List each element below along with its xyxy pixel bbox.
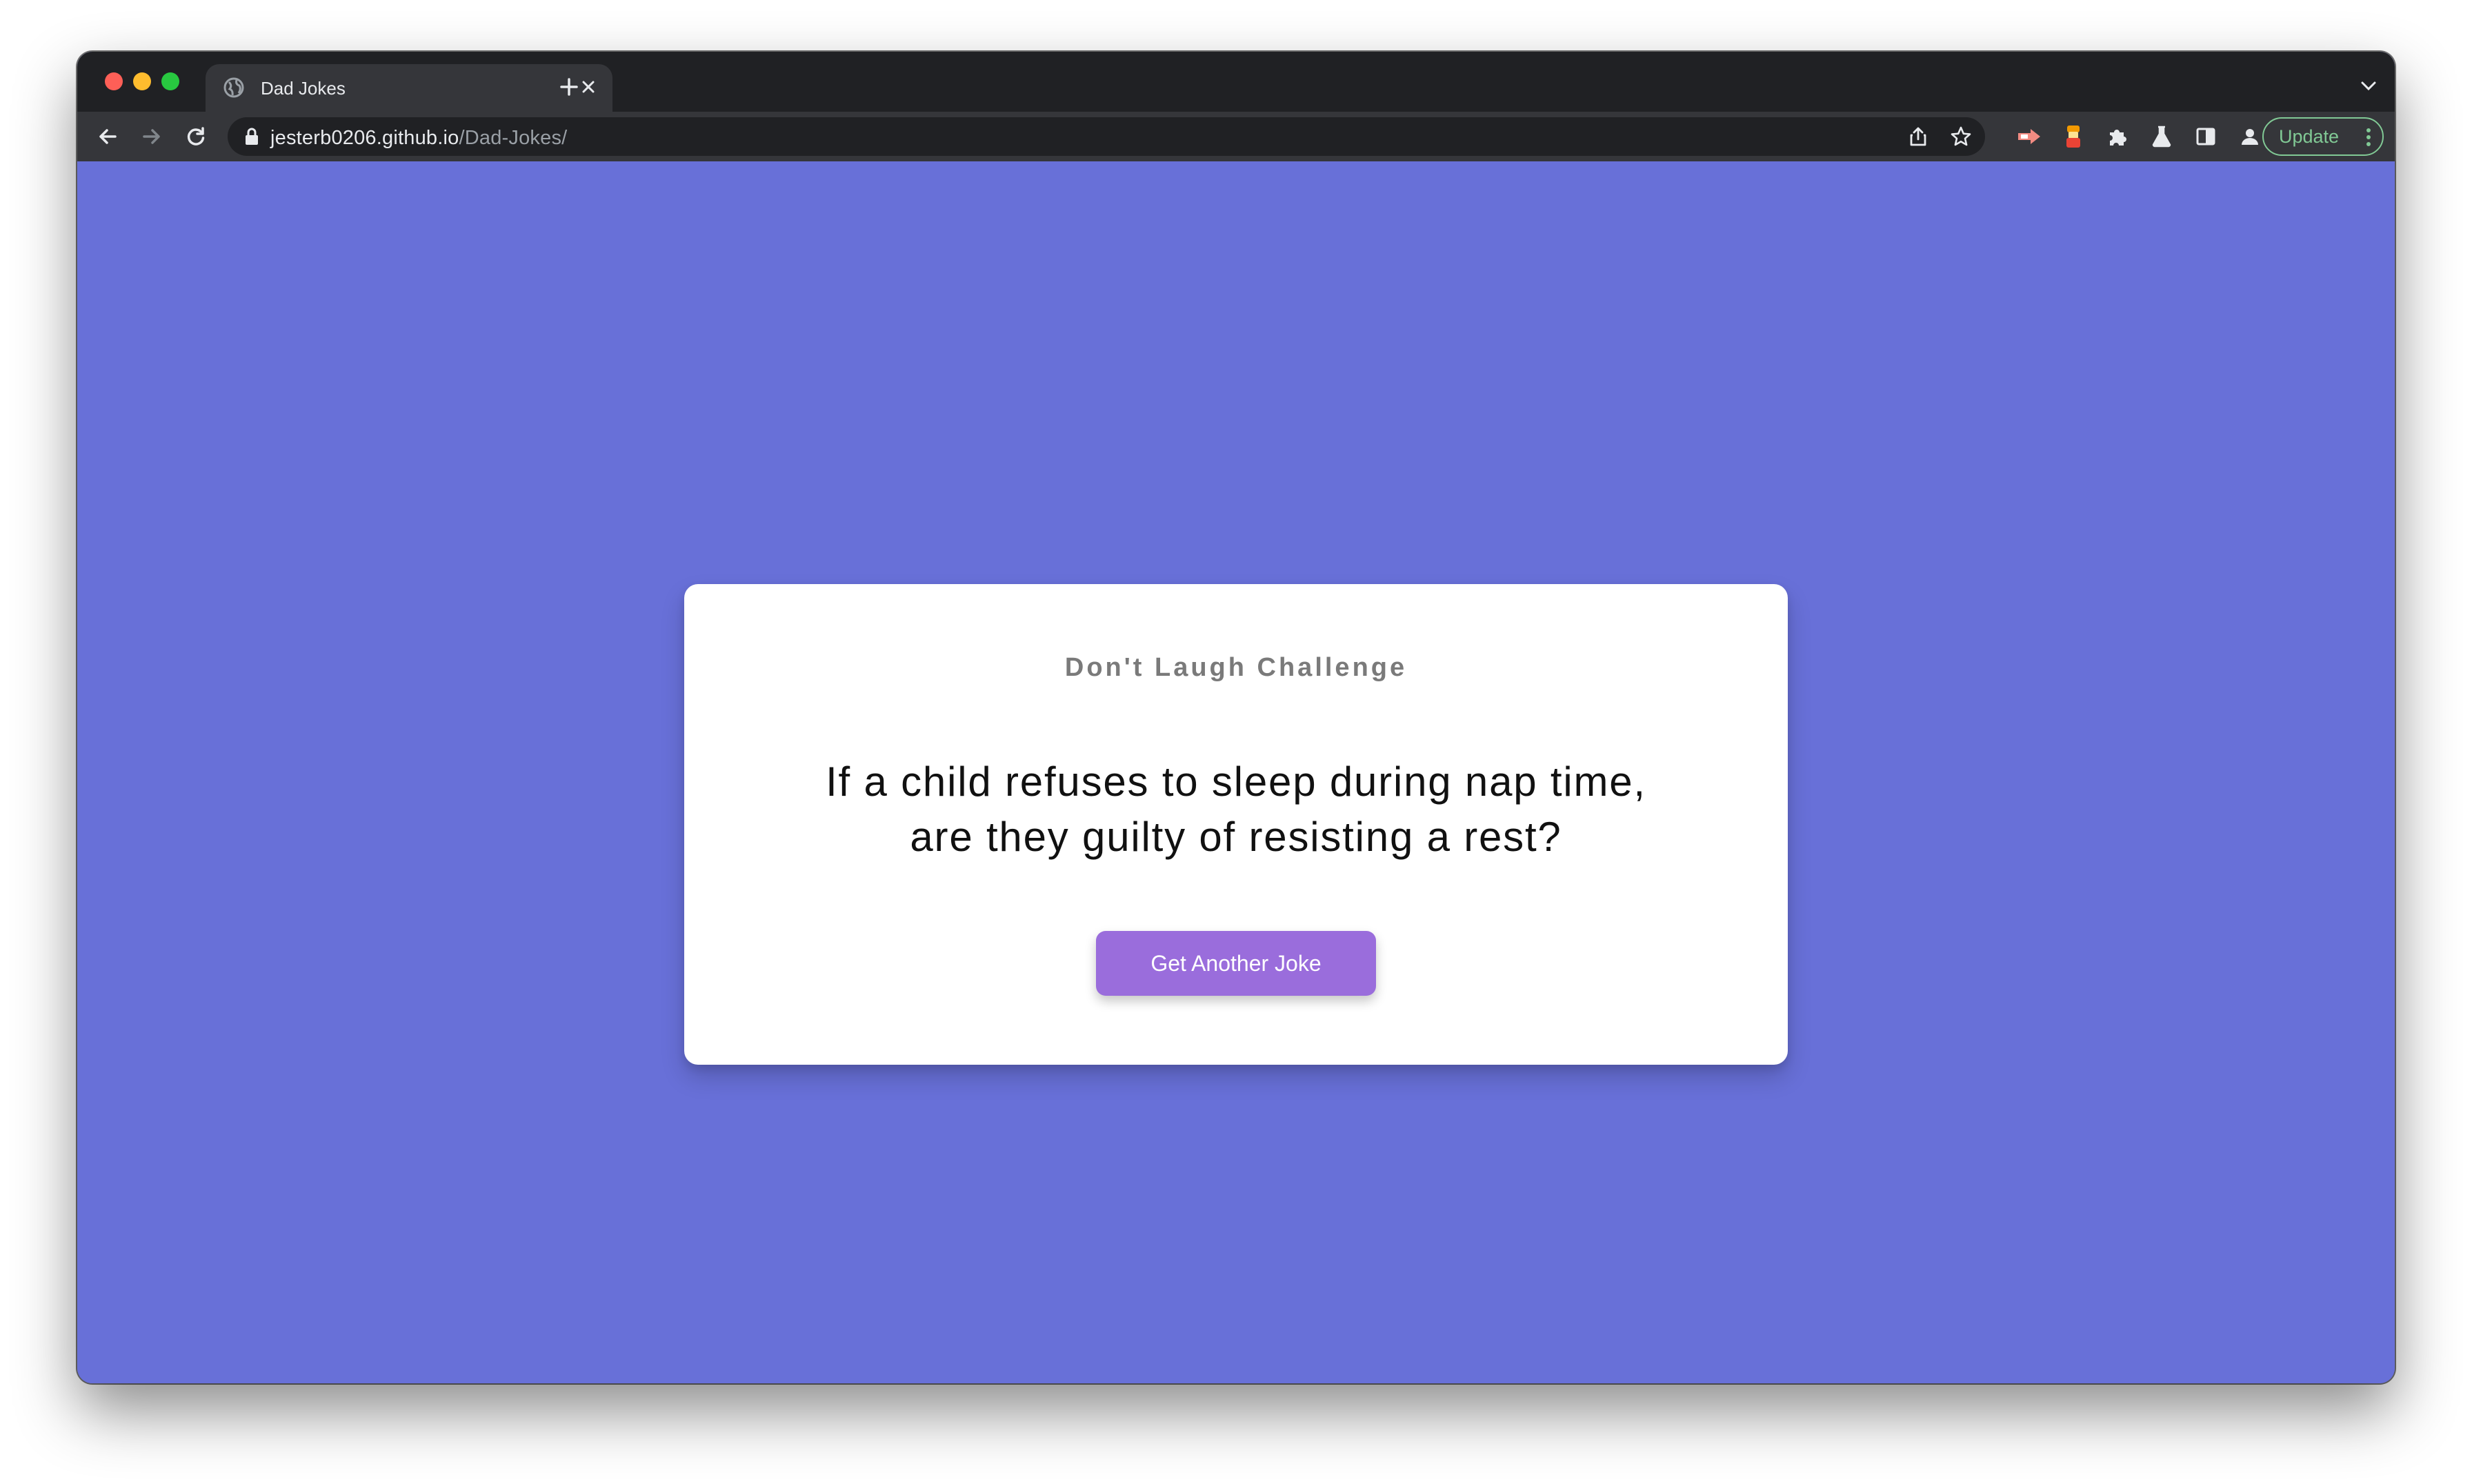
extension-red-arrow-button[interactable] bbox=[2013, 120, 2046, 153]
tab-strip: Dad Jokes bbox=[77, 52, 2395, 112]
profile-icon bbox=[2242, 129, 2258, 145]
share-button[interactable] bbox=[1906, 124, 1931, 149]
reload-button[interactable] bbox=[179, 120, 212, 153]
back-button[interactable] bbox=[91, 120, 124, 153]
profile-button[interactable] bbox=[2233, 120, 2266, 153]
close-window-button[interactable] bbox=[105, 72, 123, 90]
joke-line-2: are they guilty of resisting a rest? bbox=[910, 814, 1562, 860]
minimize-window-button[interactable] bbox=[133, 72, 151, 90]
url-text: jesterb0206.github.io/Dad-Jokes/ bbox=[270, 127, 567, 150]
plus-icon bbox=[560, 78, 578, 96]
browser-window: Dad Jokes jesterb0206.github.io/Dad-Joke… bbox=[77, 52, 2395, 1383]
more-vertical-icon bbox=[2366, 128, 2371, 146]
joke-line-1: If a child refuses to sleep during nap t… bbox=[826, 759, 1646, 805]
url-host: jesterb0206.github.io bbox=[270, 127, 459, 149]
side-panel-button[interactable] bbox=[2189, 120, 2222, 153]
lock-icon bbox=[246, 128, 258, 145]
red-arrow-extension-icon bbox=[2018, 129, 2040, 144]
chevron-down-icon bbox=[2361, 81, 2376, 91]
side-panel-icon bbox=[2196, 128, 2215, 146]
extension-character-button[interactable] bbox=[2057, 120, 2090, 153]
joke-card: Don't Laugh Challenge If a child refuses… bbox=[684, 584, 1788, 1065]
star-icon bbox=[1951, 126, 1971, 146]
share-icon bbox=[1910, 127, 1926, 146]
forward-button[interactable] bbox=[135, 120, 168, 153]
globe-icon bbox=[223, 77, 244, 98]
extensions-button[interactable] bbox=[2101, 120, 2134, 153]
joke-text: If a child refuses to sleep during nap t… bbox=[767, 754, 1705, 865]
address-bar[interactable]: jesterb0206.github.io/Dad-Jokes/ bbox=[228, 117, 1985, 156]
get-another-joke-button[interactable]: Get Another Joke bbox=[1096, 931, 1376, 996]
reload-icon bbox=[187, 127, 205, 146]
arrow-right-icon bbox=[143, 129, 160, 144]
page-viewport: Don't Laugh Challenge If a child refuses… bbox=[77, 161, 2395, 1383]
tab-title: Dad Jokes bbox=[261, 78, 346, 99]
tab-search-button[interactable] bbox=[2358, 75, 2380, 97]
tab-dad-jokes[interactable]: Dad Jokes bbox=[206, 64, 612, 112]
url-path: /Dad-Jokes/ bbox=[459, 127, 568, 149]
new-tab-button[interactable] bbox=[553, 71, 585, 103]
character-extension-icon bbox=[2066, 126, 2080, 148]
flask-icon bbox=[2152, 126, 2171, 148]
update-label: Update bbox=[2279, 126, 2340, 147]
card-heading: Don't Laugh Challenge bbox=[1064, 653, 1408, 682]
arrow-left-icon bbox=[99, 129, 117, 144]
bookmark-star-button[interactable] bbox=[1948, 124, 1973, 149]
maximize-window-button[interactable] bbox=[161, 72, 179, 90]
puzzle-icon bbox=[2110, 130, 2126, 146]
browser-toolbar: jesterb0206.github.io/Dad-Jokes/ Update bbox=[77, 112, 2395, 161]
labs-button[interactable] bbox=[2145, 120, 2178, 153]
update-button[interactable]: Update bbox=[2262, 117, 2384, 156]
